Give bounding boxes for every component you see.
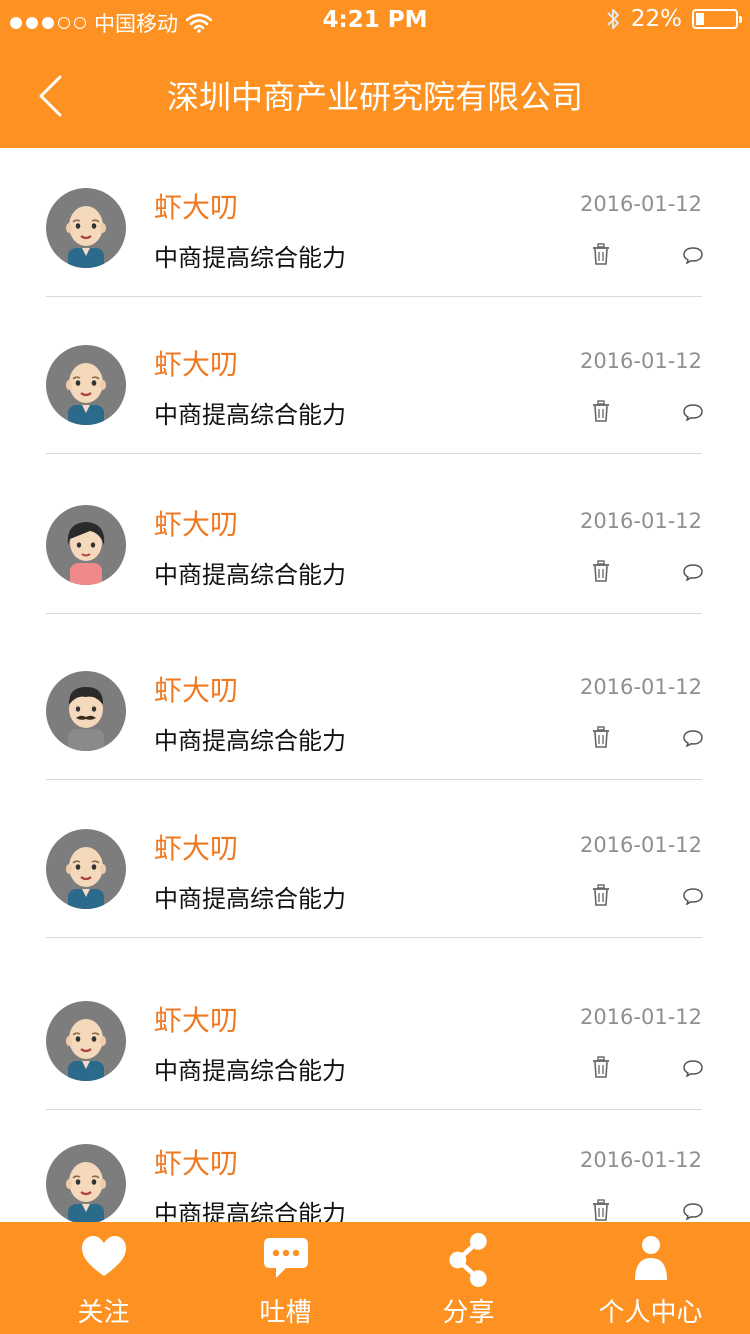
mustache-man-avatar[interactable]: [46, 671, 126, 751]
tab-complain[interactable]: 吐槽: [192, 1222, 379, 1334]
trash-icon[interactable]: [592, 400, 610, 422]
comment-date: 2016-01-12: [579, 509, 702, 533]
user-name[interactable]: 虾大叨: [154, 186, 238, 226]
divider: [46, 937, 702, 938]
list-item[interactable]: 虾大叨 2016-01-12 中商提高综合能力: [0, 465, 750, 615]
user-name[interactable]: 虾大叨: [154, 999, 238, 1039]
bald-man-avatar[interactable]: [46, 1001, 126, 1081]
list-item[interactable]: 虾大叨 2016-01-12 中商提高综合能力: [0, 789, 750, 939]
app-screen: 中国移动 4:21 PM 22% 深圳中商产业研究院有限公司 虾大叨 2016-…: [0, 0, 750, 1334]
user-icon: [634, 1236, 667, 1280]
user-name[interactable]: 虾大叨: [154, 669, 238, 709]
top-bar: 中国移动 4:21 PM 22% 深圳中商产业研究院有限公司: [0, 0, 750, 148]
comment-date: 2016-01-12: [579, 675, 702, 699]
bald-man-avatar[interactable]: [46, 1144, 126, 1222]
comment-date: 2016-01-12: [579, 1005, 702, 1029]
trash-icon[interactable]: [592, 726, 610, 748]
comment-icon[interactable]: [682, 887, 704, 906]
tab-label: 关注: [77, 1298, 130, 1328]
chat-bubble-icon: [263, 1238, 308, 1278]
list-item[interactable]: 虾大叨 2016-01-12 中商提高综合能力: [0, 631, 750, 781]
divider: [46, 453, 702, 454]
comment-icon[interactable]: [682, 403, 704, 422]
trash-icon[interactable]: [592, 1056, 610, 1078]
comment-text: 中商提高综合能力: [154, 1057, 346, 1085]
tab-share[interactable]: 分享: [375, 1222, 562, 1334]
tab-bar: 关注 吐槽 分享 个人中心: [0, 1222, 750, 1334]
battery-percent: 22%: [630, 6, 682, 32]
user-name[interactable]: 虾大叨: [154, 343, 238, 383]
bluetooth-icon: [607, 9, 619, 29]
bald-man-avatar[interactable]: [46, 829, 126, 909]
list-item[interactable]: 虾大叨 2016-01-12 中商提高综合能力: [0, 305, 750, 455]
bald-man-avatar[interactable]: [46, 188, 126, 268]
battery-icon: [692, 9, 742, 29]
divider: [46, 296, 702, 297]
user-name[interactable]: 虾大叨: [154, 1142, 238, 1182]
tab-label: 吐槽: [259, 1298, 312, 1328]
comment-text: 中商提高综合能力: [154, 561, 346, 589]
page-title: 深圳中商产业研究院有限公司: [166, 78, 583, 116]
tab-label: 个人中心: [598, 1298, 703, 1328]
comment-date: 2016-01-12: [579, 349, 702, 373]
comment-icon[interactable]: [682, 563, 704, 582]
comment-text: 中商提高综合能力: [154, 727, 346, 755]
list-item[interactable]: 虾大叨 2016-01-12 中商提高综合能力: [0, 1104, 750, 1222]
comment-text: 中商提高综合能力: [154, 1200, 346, 1222]
share-icon: [448, 1232, 487, 1288]
trash-icon[interactable]: [592, 560, 610, 582]
woman-avatar[interactable]: [46, 505, 126, 585]
trash-icon[interactable]: [592, 1199, 610, 1221]
trash-icon[interactable]: [592, 884, 610, 906]
comment-text: 中商提高综合能力: [154, 401, 346, 429]
divider: [46, 613, 702, 614]
user-name[interactable]: 虾大叨: [154, 827, 238, 867]
status-right: 22%: [605, 6, 742, 32]
divider: [46, 779, 702, 780]
comment-icon[interactable]: [682, 1059, 704, 1078]
list-item[interactable]: 虾大叨 2016-01-12 中商提高综合能力: [0, 961, 750, 1111]
bald-man-avatar[interactable]: [46, 345, 126, 425]
trash-icon[interactable]: [592, 243, 610, 265]
user-name[interactable]: 虾大叨: [154, 503, 238, 543]
list-item[interactable]: 虾大叨 2016-01-12 中商提高综合能力: [0, 148, 750, 298]
comment-date: 2016-01-12: [579, 1148, 702, 1172]
comment-text: 中商提高综合能力: [154, 885, 346, 913]
tab-profile[interactable]: 个人中心: [557, 1222, 744, 1334]
comment-list: 虾大叨 2016-01-12 中商提高综合能力 虾大叨 2016-01-12 中商提高综合…: [0, 148, 750, 1222]
comment-text: 中商提高综合能力: [154, 244, 346, 272]
heart-icon: [81, 1236, 126, 1276]
status-bar: 中国移动 4:21 PM 22%: [0, 0, 750, 40]
header: 深圳中商产业研究院有限公司: [0, 40, 750, 148]
comment-icon[interactable]: [682, 246, 704, 265]
comment-icon[interactable]: [682, 1202, 704, 1221]
tab-label: 分享: [442, 1298, 495, 1328]
comment-icon[interactable]: [682, 729, 704, 748]
tab-follow[interactable]: 关注: [10, 1222, 197, 1334]
comment-date: 2016-01-12: [579, 192, 702, 216]
comment-date: 2016-01-12: [579, 833, 702, 857]
